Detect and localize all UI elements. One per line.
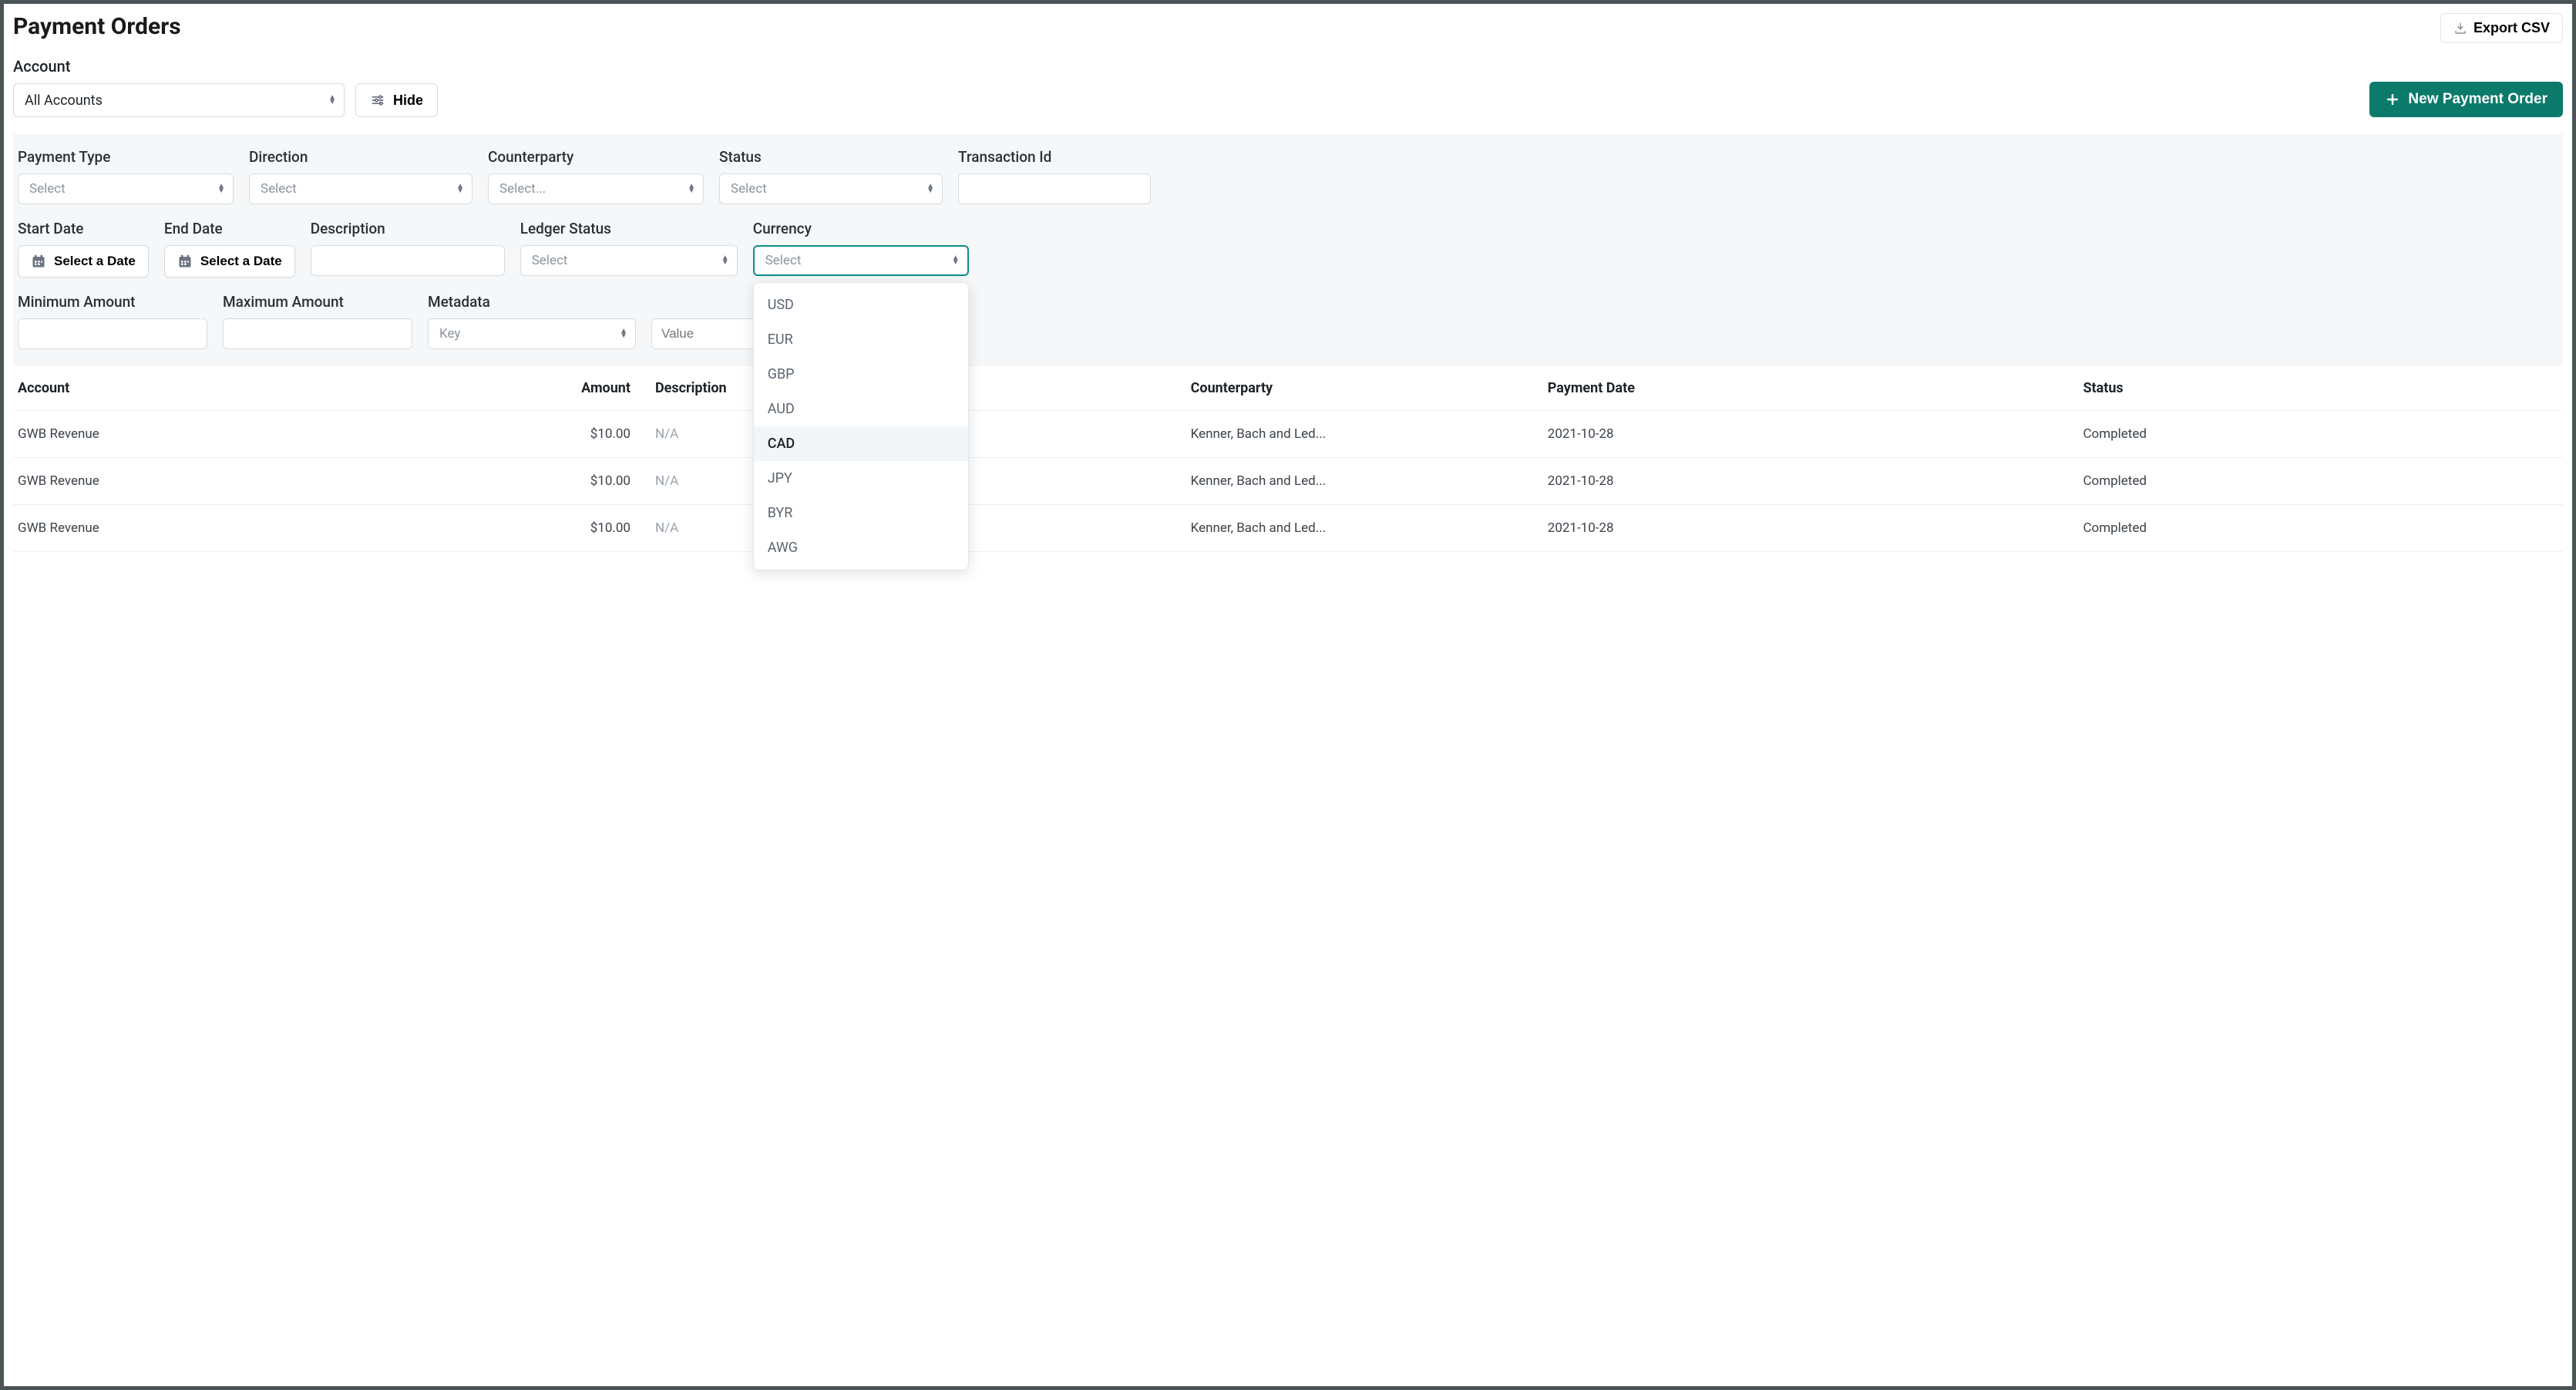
cell-counterparty: Kenner, Bach and Led... xyxy=(1186,458,1543,505)
hide-label: Hide xyxy=(393,93,423,109)
cell-payment-date: 2021-10-28 xyxy=(1543,458,2079,505)
currency-option-cad[interactable]: CAD xyxy=(754,426,968,461)
updown-icon: ▲▼ xyxy=(952,256,960,265)
sliders-icon xyxy=(370,93,385,108)
direction-placeholder: Select xyxy=(261,181,297,197)
ledger-status-select[interactable]: Select ▲▼ xyxy=(520,245,738,276)
cell-amount: $10.00 xyxy=(446,411,651,458)
status-select[interactable]: Select ▲▼ xyxy=(719,173,943,204)
th-amount[interactable]: Amount xyxy=(446,366,651,411)
calendar-icon xyxy=(31,254,46,269)
updown-icon: ▲▼ xyxy=(620,329,627,338)
currency-option-usd[interactable]: USD xyxy=(754,288,968,322)
ledger-status-label: Ledger Status xyxy=(520,220,738,237)
calendar-icon xyxy=(177,254,193,269)
cell-status: Completed xyxy=(2078,411,2563,458)
max-amount-input[interactable] xyxy=(223,318,412,349)
end-date-label: End Date xyxy=(164,220,295,237)
ledger-status-placeholder: Select xyxy=(532,253,568,268)
currency-label: Currency xyxy=(753,220,969,237)
currency-option-jpy[interactable]: JPY xyxy=(754,461,968,496)
counterparty-select[interactable]: Select... ▲▼ xyxy=(488,173,704,204)
cell-amount: $10.00 xyxy=(446,458,651,505)
updown-icon: ▲▼ xyxy=(217,184,225,194)
currency-option-gbp[interactable]: GBP xyxy=(754,357,968,392)
table-row[interactable]: GWB Revenue$10.00N/AKenner, Bach and Led… xyxy=(13,505,2563,552)
max-amount-label: Maximum Amount xyxy=(223,293,412,311)
updown-icon: ▲▼ xyxy=(328,96,336,105)
start-date-text: Select a Date xyxy=(54,254,136,269)
min-amount-label: Minimum Amount xyxy=(18,293,207,311)
metadata-label: Metadata xyxy=(428,293,636,311)
cell-counterparty: Kenner, Bach and Led... xyxy=(1186,505,1543,552)
counterparty-label: Counterparty xyxy=(488,148,704,166)
direction-select[interactable]: Select ▲▼ xyxy=(249,173,472,204)
currency-placeholder: Select xyxy=(765,253,802,268)
cell-account: GWB Revenue xyxy=(13,458,446,505)
account-select-value: All Accounts xyxy=(25,93,103,109)
currency-dropdown: USDEURGBPAUDCADJPYBYRAWG xyxy=(753,282,969,570)
export-csv-label: Export CSV xyxy=(2473,20,2550,36)
cell-counterparty: Kenner, Bach and Led... xyxy=(1186,411,1543,458)
filters-panel: Payment Type Select ▲▼ Direction Select … xyxy=(13,134,2563,366)
th-payment-date[interactable]: Payment Date xyxy=(1543,366,2079,411)
currency-option-awg[interactable]: AWG xyxy=(754,530,968,565)
currency-select[interactable]: Select ▲▼ xyxy=(753,245,969,276)
payment-type-placeholder: Select xyxy=(29,181,66,197)
min-amount-input[interactable] xyxy=(18,318,207,349)
page-title: Payment Orders xyxy=(13,13,181,40)
metadata-key-select[interactable]: Key ▲▼ xyxy=(428,318,636,349)
orders-table: Account Amount Description Counterparty … xyxy=(13,366,2563,552)
th-account[interactable]: Account xyxy=(13,366,446,411)
cell-payment-date: 2021-10-28 xyxy=(1543,411,2079,458)
metadata-key-placeholder: Key xyxy=(439,326,460,342)
table-row[interactable]: GWB Revenue$10.00N/AKenner, Bach and Led… xyxy=(13,458,2563,505)
updown-icon: ▲▼ xyxy=(688,184,695,194)
th-status[interactable]: Status xyxy=(2078,366,2563,411)
account-select[interactable]: All Accounts ▲▼ xyxy=(13,83,345,117)
status-placeholder: Select xyxy=(731,181,767,197)
cell-status: Completed xyxy=(2078,458,2563,505)
new-payment-order-label: New Payment Order xyxy=(2408,91,2547,108)
new-payment-order-button[interactable]: New Payment Order xyxy=(2369,82,2563,117)
table-row[interactable]: GWB Revenue$10.00N/AKenner, Bach and Led… xyxy=(13,411,2563,458)
currency-option-aud[interactable]: AUD xyxy=(754,392,968,426)
start-date-label: Start Date xyxy=(18,220,149,237)
description-input[interactable] xyxy=(311,245,505,276)
end-date-text: Select a Date xyxy=(200,254,282,269)
updown-icon: ▲▼ xyxy=(926,184,934,194)
cell-payment-date: 2021-10-28 xyxy=(1543,505,2079,552)
th-counterparty[interactable]: Counterparty xyxy=(1186,366,1543,411)
payment-type-label: Payment Type xyxy=(18,148,234,166)
end-date-button[interactable]: Select a Date xyxy=(164,245,295,278)
status-filter-label: Status xyxy=(719,148,943,166)
currency-option-eur[interactable]: EUR xyxy=(754,322,968,357)
account-label: Account xyxy=(13,57,438,76)
cell-account: GWB Revenue xyxy=(13,411,446,458)
plus-icon xyxy=(2385,92,2400,107)
payment-type-select[interactable]: Select ▲▼ xyxy=(18,173,234,204)
currency-option-byr[interactable]: BYR xyxy=(754,496,968,530)
hide-filters-button[interactable]: Hide xyxy=(355,83,438,117)
counterparty-placeholder: Select... xyxy=(499,181,546,197)
start-date-button[interactable]: Select a Date xyxy=(18,245,149,278)
transaction-id-label: Transaction Id xyxy=(958,148,1151,166)
updown-icon: ▲▼ xyxy=(721,256,729,265)
cell-account: GWB Revenue xyxy=(13,505,446,552)
export-csv-button[interactable]: Export CSV xyxy=(2440,13,2563,43)
description-label: Description xyxy=(311,220,505,237)
transaction-id-input[interactable] xyxy=(958,173,1151,204)
download-icon xyxy=(2453,22,2467,35)
direction-label: Direction xyxy=(249,148,472,166)
updown-icon: ▲▼ xyxy=(456,184,464,194)
cell-amount: $10.00 xyxy=(446,505,651,552)
cell-status: Completed xyxy=(2078,505,2563,552)
